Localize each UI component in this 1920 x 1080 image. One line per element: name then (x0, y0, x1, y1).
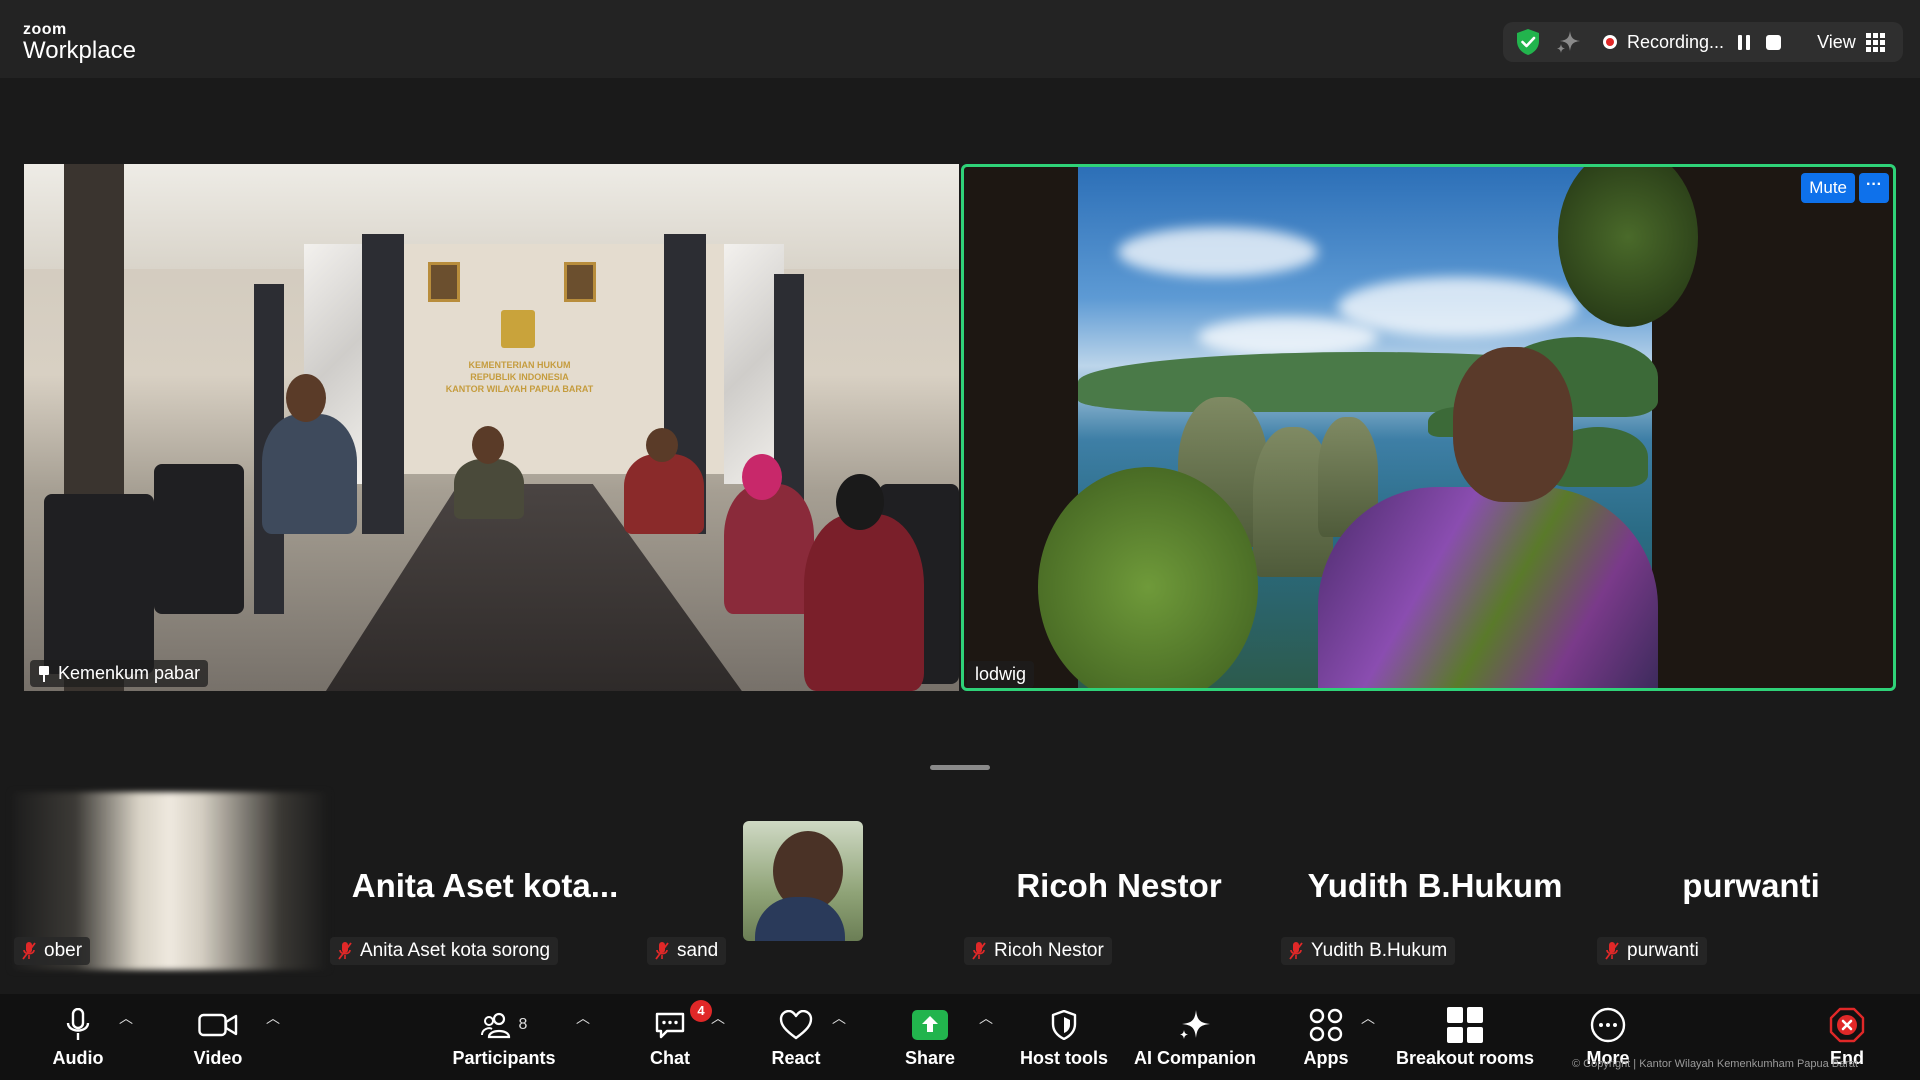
meeting-status-bar: Recording... View (1503, 22, 1903, 62)
audio-button[interactable]: Audio (50, 994, 106, 1080)
participant-display-name: purwanti (1682, 867, 1820, 904)
participants-icon (480, 1012, 510, 1039)
zoom-logo: zoom Workplace (23, 22, 136, 63)
grid-view-icon[interactable] (1865, 32, 1885, 52)
mic-muted-icon (22, 942, 36, 960)
stop-recording-icon[interactable] (1766, 34, 1782, 50)
ai-sparkle-icon[interactable] (1555, 29, 1581, 55)
profile-picture-sand[interactable] (743, 821, 863, 941)
participants-options-caret[interactable]: ︿ (576, 1008, 590, 1028)
recording-label: Recording... (1627, 31, 1725, 52)
participant-display-name: Yudith B.Hukum (1307, 867, 1563, 904)
ministry-emblem-icon (501, 310, 535, 348)
mic-muted-icon (1605, 942, 1619, 960)
security-shield-icon[interactable] (1515, 28, 1541, 56)
participant-name: lodwig (975, 664, 1027, 684)
video-options-caret[interactable]: ︿ (266, 1008, 280, 1028)
top-bar: zoom Workplace Recording... View (0, 0, 1920, 78)
share-screen-button[interactable]: Share (900, 994, 960, 1080)
participant-display-name: Anita Aset kota... (351, 867, 619, 904)
pin-icon (38, 665, 50, 682)
apps-options-caret[interactable]: ︿ (1361, 1008, 1375, 1028)
participant-tag-yudith: Yudith B.Hukum (1281, 937, 1456, 965)
react-button[interactable]: React (764, 994, 828, 1080)
participant-name-tag: Kemenkum pabar (30, 660, 209, 687)
brand-small: zoom (23, 21, 67, 38)
participant-name: Kemenkum pabar (58, 663, 201, 683)
more-options-button[interactable]: ··· (1859, 173, 1889, 203)
ai-companion-sparkle-icon (1180, 1010, 1210, 1039)
apps-icon (1309, 1008, 1343, 1042)
conference-room-image: KEMENTERIAN HUKUM REPUBLIK INDONESIA KAN… (24, 164, 959, 691)
heart-icon (779, 1010, 813, 1040)
host-tools-button[interactable]: Host tools (1014, 994, 1114, 1080)
video-camera-icon (198, 1013, 238, 1037)
video-tile-lodwig[interactable]: lodwig Mute ··· (961, 164, 1896, 691)
virtual-background-image (1038, 167, 1698, 688)
audio-options-caret[interactable]: ︿ (119, 1008, 133, 1028)
speaker-face (1453, 347, 1573, 502)
video-tile-kemenkum-pabar[interactable]: KEMENTERIAN HUKUM REPUBLIK INDONESIA KAN… (24, 164, 959, 691)
share-screen-icon (912, 1010, 948, 1040)
breakout-rooms-icon (1447, 1007, 1483, 1043)
mute-participant-button[interactable]: Mute (1801, 173, 1855, 203)
wall-signage: KEMENTERIAN HUKUM REPUBLIK INDONESIA KAN… (445, 360, 594, 394)
participant-tag-purwanti: purwanti (1597, 937, 1707, 965)
more-dots-icon (1590, 1007, 1626, 1043)
chat-button[interactable]: 4 Chat (640, 994, 712, 1080)
participant-tag-anita: Anita Aset kota sorong (330, 937, 559, 965)
ai-companion-button[interactable]: AI Companion (1130, 994, 1260, 1080)
share-options-caret[interactable]: ︿ (979, 1008, 993, 1028)
brand-large: Workplace (23, 37, 136, 64)
microphone-icon (66, 1008, 90, 1040)
apps-button[interactable]: Apps (1296, 994, 1356, 1080)
video-button[interactable]: Video (190, 994, 246, 1080)
chat-bubble-icon (655, 1012, 685, 1039)
react-options-caret[interactable]: ︿ (832, 1008, 846, 1028)
breakout-rooms-button[interactable]: Breakout rooms (1390, 994, 1540, 1080)
mic-muted-icon (655, 942, 669, 960)
host-shield-icon (1051, 1010, 1077, 1040)
gallery-resize-handle[interactable] (930, 765, 990, 770)
end-meeting-icon (1829, 1007, 1865, 1043)
unread-chat-badge: 4 (690, 1000, 712, 1022)
mic-muted-icon (338, 942, 352, 960)
recording-dot-icon (1603, 35, 1617, 49)
view-button[interactable]: View (1817, 32, 1856, 53)
participant-tag-ricoh: Ricoh Nestor (964, 937, 1112, 965)
participant-display-name: Ricoh Nestor (1016, 867, 1222, 904)
copyright-watermark: © Copyright | Kantor Wilayah Kemenkumham… (1572, 1058, 1859, 1070)
participant-tag-ober: ober (14, 937, 91, 965)
participant-tag-sand: sand (647, 937, 727, 965)
participants-count: 8 (518, 1016, 528, 1033)
participants-button[interactable]: 8 Participants (452, 994, 556, 1080)
mic-muted-icon (1289, 942, 1303, 960)
mic-muted-icon (972, 942, 986, 960)
participant-name-tag: lodwig (967, 661, 1035, 688)
chat-options-caret[interactable]: ︿ (711, 1008, 725, 1028)
meeting-toolbar: Audio ︿ Video ︿ 8 Participants ︿ 4 Chat … (0, 994, 1920, 1080)
pause-recording-icon[interactable] (1738, 34, 1751, 50)
